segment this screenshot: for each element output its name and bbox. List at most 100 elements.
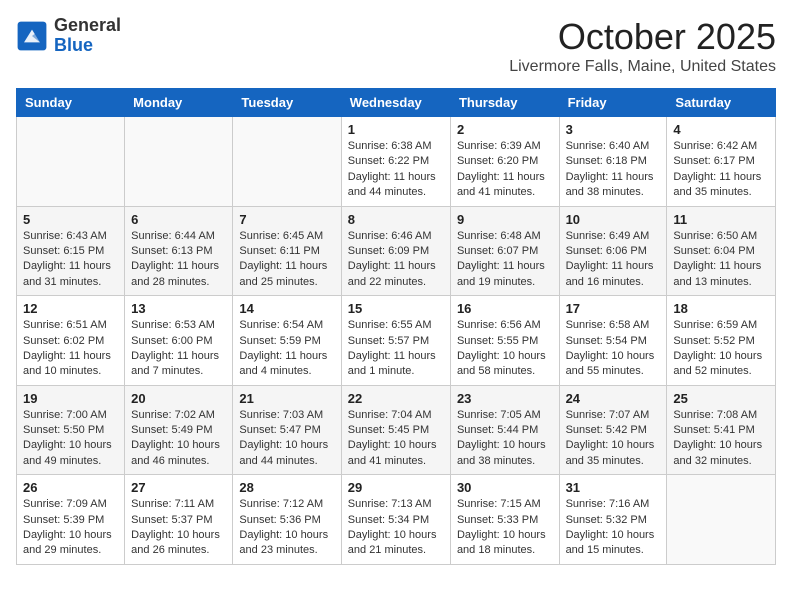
cell-content: Sunrise: 7:08 AMSunset: 5:41 PMDaylight:…: [673, 408, 769, 470]
cell-content: Sunrise: 6:48 AMSunset: 6:07 PMDaylight:…: [457, 229, 553, 291]
cell-line: Sunrise: 6:49 AM: [566, 230, 650, 242]
cell-line: and 32 minutes.: [673, 455, 751, 467]
calendar-cell: 23Sunrise: 7:05 AMSunset: 5:44 PMDayligh…: [450, 385, 559, 475]
cell-content: Sunrise: 6:38 AMSunset: 6:22 PMDaylight:…: [348, 139, 444, 201]
cell-line: and 44 minutes.: [239, 455, 317, 467]
calendar-cell: 14Sunrise: 6:54 AMSunset: 5:59 PMDayligh…: [233, 296, 341, 386]
cell-line: and 7 minutes.: [131, 365, 203, 377]
day-number: 8: [348, 212, 444, 227]
cell-content: Sunrise: 7:09 AMSunset: 5:39 PMDaylight:…: [23, 497, 118, 559]
calendar-cell: [125, 117, 233, 207]
cell-content: Sunrise: 6:58 AMSunset: 5:54 PMDaylight:…: [566, 318, 661, 380]
cell-line: Daylight: 11 hours: [239, 350, 327, 362]
cell-line: Sunrise: 6:56 AM: [457, 319, 541, 331]
cell-line: and 28 minutes.: [131, 276, 209, 288]
cell-line: Sunrise: 6:55 AM: [348, 319, 432, 331]
cell-line: Sunrise: 6:46 AM: [348, 230, 432, 242]
cell-line: Daylight: 11 hours: [23, 260, 111, 272]
day-number: 30: [457, 480, 553, 495]
cell-line: Sunset: 5:42 PM: [566, 424, 647, 436]
cell-line: Sunrise: 6:58 AM: [566, 319, 650, 331]
cell-line: and 22 minutes.: [348, 276, 426, 288]
cell-content: Sunrise: 6:59 AMSunset: 5:52 PMDaylight:…: [673, 318, 769, 380]
cell-line: and 13 minutes.: [673, 276, 751, 288]
calendar-week-row: 1 Sunrise: 6:38 AMSunset: 6:22 PMDaylight…: [17, 117, 776, 207]
cell-line: Daylight: 10 hours: [23, 529, 112, 541]
calendar-cell: 25 Sunrise: 7:08 AMSunset: 5:41 PMDayligh…: [667, 385, 776, 475]
cell-line: Daylight: 10 hours: [239, 439, 328, 451]
cell-line: Sunrise: 6:44 AM: [131, 230, 215, 242]
day-number: 15: [348, 301, 444, 316]
cell-line: and 1 minute.: [348, 365, 415, 377]
cell-content: Sunrise: 6:44 AMSunset: 6:13 PMDaylight:…: [131, 229, 226, 291]
weekday-header-friday: Friday: [559, 89, 667, 117]
cell-line: Daylight: 10 hours: [348, 439, 437, 451]
day-number: 11: [673, 212, 769, 227]
cell-line: and 55 minutes.: [566, 365, 644, 377]
cell-line: and 23 minutes.: [239, 544, 317, 556]
cell-line: Sunset: 6:15 PM: [23, 245, 104, 257]
weekday-header-monday: Monday: [125, 89, 233, 117]
cell-line: Sunset: 6:06 PM: [566, 245, 647, 257]
day-number: 22: [348, 391, 444, 406]
cell-line: Sunrise: 6:45 AM: [239, 230, 323, 242]
cell-line: Daylight: 10 hours: [131, 529, 220, 541]
cell-line: Daylight: 10 hours: [23, 439, 112, 451]
day-number: 12: [23, 301, 118, 316]
cell-line: Sunset: 5:45 PM: [348, 424, 429, 436]
day-number: 1: [348, 122, 444, 137]
title-block: October 2025 Livermore Falls, Maine, Uni…: [509, 16, 776, 76]
cell-line: and 38 minutes.: [566, 186, 644, 198]
cell-line: and 18 minutes.: [457, 544, 535, 556]
cell-content: Sunrise: 7:13 AMSunset: 5:34 PMDaylight:…: [348, 497, 444, 559]
cell-line: Sunset: 6:20 PM: [457, 155, 538, 167]
calendar-week-row: 5Sunrise: 6:43 AMSunset: 6:15 PMDaylight…: [17, 206, 776, 296]
cell-line: and 44 minutes.: [348, 186, 426, 198]
cell-line: Daylight: 10 hours: [239, 529, 328, 541]
day-number: 25: [673, 391, 769, 406]
cell-line: Sunset: 6:22 PM: [348, 155, 429, 167]
cell-content: Sunrise: 6:55 AMSunset: 5:57 PMDaylight:…: [348, 318, 444, 380]
page-header: General Blue October 2025 Livermore Fall…: [16, 16, 776, 76]
calendar-cell: 16 Sunrise: 6:56 AMSunset: 5:55 PMDayligh…: [450, 296, 559, 386]
cell-line: and 16 minutes.: [566, 276, 644, 288]
day-number: 26: [23, 480, 118, 495]
calendar-cell: 24Sunrise: 7:07 AMSunset: 5:42 PMDayligh…: [559, 385, 667, 475]
cell-line: Sunrise: 6:54 AM: [239, 319, 323, 331]
cell-content: Sunrise: 6:56 AMSunset: 5:55 PMDaylight:…: [457, 318, 553, 380]
cell-content: Sunrise: 7:11 AMSunset: 5:37 PMDaylight:…: [131, 497, 226, 559]
cell-line: Sunset: 5:50 PM: [23, 424, 104, 436]
cell-line: Sunrise: 7:00 AM: [23, 409, 107, 421]
calendar-cell: 22 Sunrise: 7:04 AMSunset: 5:45 PMDayligh…: [341, 385, 450, 475]
day-number: 21: [239, 391, 334, 406]
cell-line: Sunset: 5:33 PM: [457, 514, 538, 526]
logo: General Blue: [16, 16, 121, 56]
cell-line: Sunset: 6:17 PM: [673, 155, 754, 167]
logo-blue: Blue: [54, 36, 121, 56]
cell-line: and 4 minutes.: [239, 365, 311, 377]
logo-icon: [16, 20, 48, 52]
cell-content: Sunrise: 7:02 AMSunset: 5:49 PMDaylight:…: [131, 408, 226, 470]
calendar-cell: 5Sunrise: 6:43 AMSunset: 6:15 PMDaylight…: [17, 206, 125, 296]
cell-line: Sunrise: 6:43 AM: [23, 230, 107, 242]
cell-content: Sunrise: 6:45 AMSunset: 6:11 PMDaylight:…: [239, 229, 334, 291]
calendar-cell: 8Sunrise: 6:46 AMSunset: 6:09 PMDaylight…: [341, 206, 450, 296]
cell-content: Sunrise: 7:04 AMSunset: 5:45 PMDaylight:…: [348, 408, 444, 470]
day-number: 16: [457, 301, 553, 316]
cell-line: Sunrise: 7:12 AM: [239, 498, 323, 510]
cell-line: Sunset: 5:47 PM: [239, 424, 320, 436]
cell-line: and 41 minutes.: [348, 455, 426, 467]
cell-line: Sunset: 6:09 PM: [348, 245, 429, 257]
calendar-cell: 19Sunrise: 7:00 AMSunset: 5:50 PMDayligh…: [17, 385, 125, 475]
day-number: 10: [566, 212, 661, 227]
day-number: 20: [131, 391, 226, 406]
cell-line: Sunrise: 7:05 AM: [457, 409, 541, 421]
logo-general: General: [54, 16, 121, 36]
weekday-header-tuesday: Tuesday: [233, 89, 341, 117]
weekday-header-thursday: Thursday: [450, 89, 559, 117]
day-number: 28: [239, 480, 334, 495]
cell-line: Sunset: 5:54 PM: [566, 335, 647, 347]
calendar-week-row: 19Sunrise: 7:00 AMSunset: 5:50 PMDayligh…: [17, 385, 776, 475]
day-number: 6: [131, 212, 226, 227]
cell-line: Sunset: 5:59 PM: [239, 335, 320, 347]
